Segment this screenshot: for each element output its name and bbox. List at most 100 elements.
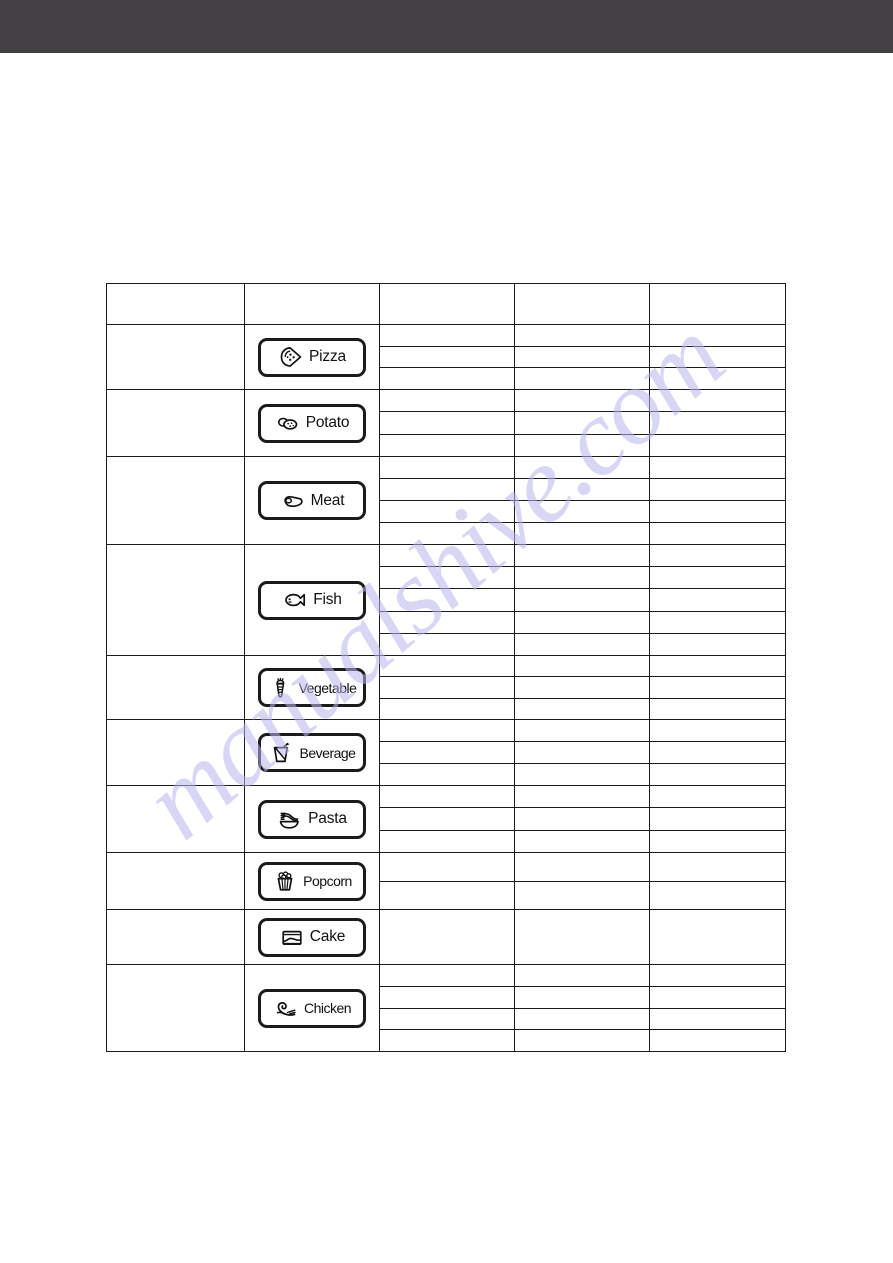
subrows-col5-cake — [649, 909, 786, 965]
subrow-cell — [380, 634, 514, 655]
subrow-cell — [380, 435, 514, 456]
subrow-cell — [650, 325, 785, 347]
subrow-cell — [650, 677, 785, 699]
subrow-cell — [650, 501, 785, 523]
button-cell-vegetable: Vegetable — [244, 655, 380, 720]
subrow-cell — [650, 853, 785, 882]
preset-button-cake[interactable]: Cake — [258, 917, 366, 957]
fish-icon — [282, 588, 308, 612]
carrot-icon — [268, 676, 294, 700]
table-row-vegetable: Vegetable — [106, 655, 786, 720]
menu-cell-pizza — [106, 324, 245, 390]
table-row-cake: Cake — [106, 909, 786, 965]
menu-cell-chicken — [106, 964, 245, 1052]
menu-cell-fish — [106, 544, 245, 656]
subrow-cell — [650, 699, 785, 719]
subrows-col5-meat — [649, 456, 786, 545]
subrow-cell — [515, 808, 649, 831]
subrow-cell — [650, 523, 785, 544]
header-cell-5 — [649, 283, 786, 325]
preset-button-popcorn[interactable]: Popcorn — [258, 861, 366, 901]
subrow-cell — [650, 831, 785, 852]
subrows-col3-popcorn — [379, 852, 515, 910]
preset-button-pizza[interactable]: Pizza — [258, 337, 366, 377]
subrows-col5-pizza — [649, 324, 786, 390]
subrow-cell — [515, 831, 649, 852]
header-cell-menu — [106, 283, 245, 325]
preset-label-meat: Meat — [310, 491, 345, 509]
subrow-cell — [650, 1030, 785, 1051]
preset-button-fish[interactable]: Fish — [258, 580, 366, 620]
subrows-col3-chicken — [379, 964, 515, 1052]
preset-button-vegetable[interactable]: Vegetable — [258, 668, 366, 707]
subrow-cell — [650, 479, 785, 501]
subrow-cell — [650, 742, 785, 764]
subrow-cell — [380, 390, 514, 413]
preset-label-vegetable: Vegetable — [298, 679, 357, 696]
subrow-cell — [515, 412, 649, 435]
subrow-cell — [515, 589, 649, 612]
subrows-col5-chicken — [649, 964, 786, 1052]
subrow-cell — [515, 634, 649, 655]
subrow-cell — [515, 545, 649, 568]
table-row-potato: Potato — [106, 389, 786, 457]
subrow-cell — [650, 656, 785, 678]
subrow-cell — [650, 634, 785, 655]
table-row-popcorn: Popcorn — [106, 852, 786, 910]
subrow-cell — [650, 882, 785, 910]
preset-button-pasta[interactable]: Pasta — [258, 799, 366, 839]
subrow-cell — [650, 435, 785, 456]
subrows-col4-meat — [514, 456, 650, 545]
subrows-col5-vegetable — [649, 655, 786, 720]
subrow-cell — [380, 742, 514, 764]
subrows-col5-popcorn — [649, 852, 786, 910]
table-row-chicken: Chicken — [106, 964, 786, 1052]
subrows-col4-fish — [514, 544, 650, 656]
subrow-cell — [650, 612, 785, 634]
subrow-cell — [380, 368, 514, 389]
subrow-cell — [380, 567, 514, 590]
subrow-cell — [650, 589, 785, 612]
subrow-cell — [380, 325, 514, 347]
header-cell-button — [244, 283, 380, 325]
chicken-icon — [273, 996, 299, 1020]
preset-button-beverage[interactable]: Beverage — [258, 733, 366, 772]
subrow-cell — [515, 720, 649, 742]
menu-cell-cake — [106, 909, 245, 965]
subrow-cell — [515, 523, 649, 544]
subrow-cell — [515, 479, 649, 501]
subrows-col4-cake — [514, 909, 650, 965]
subrow-cell — [380, 347, 514, 369]
subrow-cell — [380, 545, 514, 568]
subrow-cell — [650, 764, 785, 785]
pizza-slice-icon — [278, 345, 304, 369]
preset-button-potato[interactable]: Potato — [258, 403, 366, 443]
subrow-cell — [650, 1009, 785, 1031]
subrows-col4-potato — [514, 389, 650, 457]
subrow-cell — [380, 412, 514, 435]
subrow-cell — [515, 1030, 649, 1051]
popcorn-bucket-icon — [272, 869, 298, 893]
subrow-cell — [515, 347, 649, 369]
subrows-col4-pizza — [514, 324, 650, 390]
subrow-cell — [380, 479, 514, 501]
subrow-cell — [515, 368, 649, 389]
subrows-col4-pasta — [514, 785, 650, 853]
preset-label-cake: Cake — [309, 928, 346, 945]
preset-button-meat[interactable]: Meat — [258, 481, 366, 520]
menu-cell-vegetable — [106, 655, 245, 720]
preset-label-potato: Potato — [305, 414, 350, 431]
table-row-pizza: Pizza — [106, 324, 786, 390]
subrow-cell — [515, 325, 649, 347]
menu-cell-potato — [106, 389, 245, 457]
preset-label-pizza: Pizza — [309, 348, 346, 365]
preset-label-popcorn: Popcorn — [303, 873, 352, 889]
subrow-cell — [380, 1030, 514, 1051]
auto-menu-table: Pizza Potato Meat Fish Vegetable Beverag… — [106, 283, 786, 1052]
table-row-meat: Meat — [106, 456, 786, 545]
button-cell-chicken: Chicken — [244, 964, 380, 1052]
subrow-cell — [515, 457, 649, 479]
subrow-cell — [515, 677, 649, 699]
subrow-cell — [380, 1009, 514, 1031]
preset-button-chicken[interactable]: Chicken — [258, 988, 366, 1028]
